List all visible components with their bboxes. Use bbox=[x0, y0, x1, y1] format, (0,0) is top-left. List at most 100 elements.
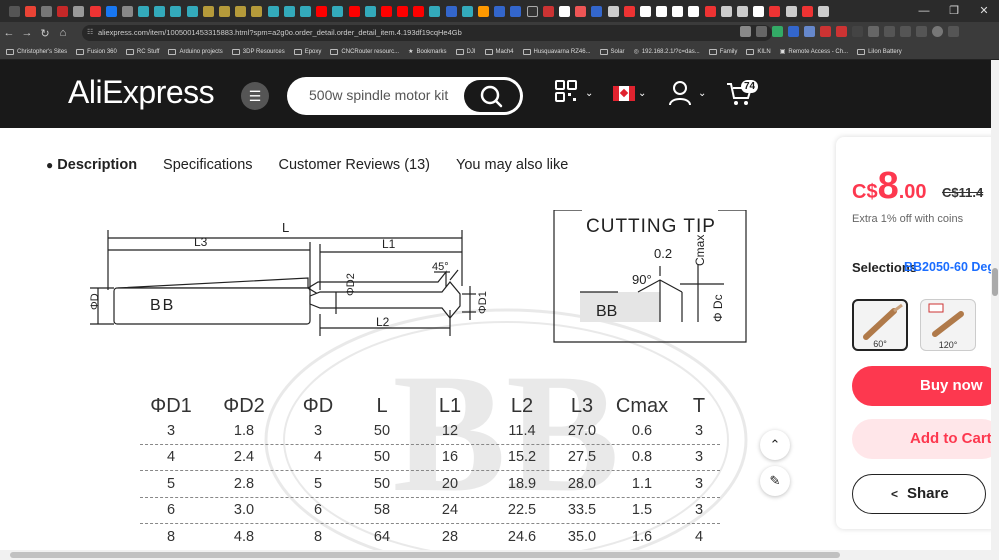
tab-icon[interactable] bbox=[656, 5, 668, 17]
tab-icon[interactable] bbox=[299, 5, 311, 17]
bookmark-folder[interactable]: Solar bbox=[599, 48, 625, 55]
tab-icon[interactable] bbox=[769, 5, 781, 17]
tab-icon[interactable] bbox=[40, 5, 52, 17]
youtube-tab-icon[interactable] bbox=[397, 5, 409, 17]
categories-menu-button[interactable]: ☰ bbox=[241, 82, 269, 110]
tab-icon[interactable] bbox=[494, 5, 506, 17]
bookmark-item[interactable]: ▣ Remote Access - Ch... bbox=[780, 48, 848, 56]
extensions-puzzle-icon[interactable] bbox=[868, 26, 879, 37]
tab-icon[interactable] bbox=[558, 5, 570, 17]
bookmark-folder[interactable]: Husquavarna RZ46... bbox=[522, 48, 591, 55]
tab-icon[interactable] bbox=[8, 5, 20, 17]
vertical-scrollbar[interactable] bbox=[991, 60, 999, 550]
variant-thumb-120[interactable]: 120° bbox=[920, 299, 976, 351]
tab-icon[interactable] bbox=[364, 5, 376, 17]
bookmark-folder[interactable]: CNCRouter resourc... bbox=[330, 48, 399, 55]
profile-avatar-icon[interactable] bbox=[932, 26, 943, 37]
chevron-down-icon[interactable]: ⌄ bbox=[585, 88, 593, 99]
tab-icon[interactable] bbox=[688, 5, 700, 17]
user-account-icon[interactable] bbox=[668, 80, 692, 106]
bookmark-folder[interactable]: Mach4 bbox=[484, 48, 514, 55]
search-button[interactable] bbox=[464, 80, 520, 112]
bookmark-star-icon[interactable] bbox=[756, 26, 767, 37]
tab-icon[interactable] bbox=[73, 5, 85, 17]
tab-customer-reviews[interactable]: Customer Reviews (13) bbox=[279, 157, 431, 173]
facebook-tab-icon[interactable] bbox=[105, 5, 117, 17]
forward-icon[interactable]: → bbox=[18, 27, 36, 39]
google-tab-icon[interactable] bbox=[785, 5, 797, 17]
scrollbar-thumb[interactable] bbox=[992, 268, 998, 296]
tab-icon[interactable] bbox=[753, 5, 765, 17]
close-icon[interactable]: ✕ bbox=[969, 0, 999, 22]
bookmark-item[interactable]: ◎ 192.168.2.1/?c=das... bbox=[634, 48, 700, 56]
variant-thumb-60[interactable]: 60° bbox=[852, 299, 908, 351]
tab-icon[interactable] bbox=[704, 5, 716, 17]
horizontal-scrollbar[interactable] bbox=[0, 550, 999, 560]
google-tab-icon[interactable] bbox=[607, 5, 619, 17]
zoom-icon[interactable] bbox=[740, 26, 751, 37]
tab-icon[interactable] bbox=[154, 5, 166, 17]
google-tab-icon[interactable] bbox=[737, 5, 749, 17]
tab-you-may-also-like[interactable]: You may also like bbox=[456, 157, 568, 173]
tab-icon[interactable] bbox=[186, 5, 198, 17]
bookmark-item[interactable]: ★ Bookmarks bbox=[408, 48, 446, 56]
extension-icon[interactable] bbox=[788, 26, 799, 37]
home-icon[interactable]: ⌂ bbox=[54, 27, 72, 39]
tab-icon[interactable] bbox=[235, 5, 247, 17]
back-icon[interactable]: ← bbox=[0, 27, 18, 39]
tab-icon[interactable] bbox=[542, 5, 554, 17]
bookmark-folder[interactable]: Epoxy bbox=[293, 48, 321, 55]
reading-list-icon[interactable] bbox=[884, 26, 895, 37]
chevron-down-icon[interactable]: ⌄ bbox=[698, 88, 706, 99]
tab-icon[interactable] bbox=[429, 5, 441, 17]
youtube-tab-icon[interactable] bbox=[380, 5, 392, 17]
scrollbar-thumb[interactable] bbox=[10, 552, 840, 558]
tab-icon[interactable] bbox=[801, 5, 813, 17]
tab-icon[interactable] bbox=[445, 5, 457, 17]
extension-icon[interactable] bbox=[820, 26, 831, 37]
tab-icon[interactable] bbox=[57, 5, 69, 17]
site-info-icon[interactable]: ☷ bbox=[87, 25, 93, 41]
tab-icon[interactable] bbox=[591, 5, 603, 17]
tab-icon[interactable] bbox=[121, 5, 133, 17]
extension-icon[interactable] bbox=[772, 26, 783, 37]
maximize-icon[interactable]: ❐ bbox=[939, 0, 969, 22]
tab-icon[interactable] bbox=[283, 5, 295, 17]
chevron-down-icon[interactable]: ⌄ bbox=[638, 88, 646, 99]
bookmark-folder[interactable]: RC Stuff bbox=[125, 48, 159, 55]
add-to-cart-button[interactable]: Add to Cart bbox=[852, 419, 999, 459]
search-input[interactable] bbox=[309, 87, 479, 103]
scroll-to-top-button[interactable]: ⌃ bbox=[760, 430, 790, 460]
google-tab-icon[interactable] bbox=[817, 5, 829, 17]
bookmark-folder[interactable]: KILN bbox=[746, 48, 771, 55]
reload-icon[interactable]: ↻ bbox=[36, 27, 54, 40]
bookmark-folder[interactable]: DJI bbox=[455, 48, 476, 55]
tab-icon[interactable] bbox=[267, 5, 279, 17]
tab-icon[interactable] bbox=[89, 5, 101, 17]
tab-icon[interactable] bbox=[639, 5, 651, 17]
url-field[interactable]: ☷ aliexpress.com/item/1005001453315883.h… bbox=[82, 25, 772, 41]
qr-code-icon[interactable] bbox=[555, 80, 577, 102]
tab-icon[interactable] bbox=[219, 5, 231, 17]
aliexpress-logo[interactable]: AliExpress bbox=[68, 74, 215, 111]
youtube-tab-icon[interactable] bbox=[316, 5, 328, 17]
tab-icon[interactable] bbox=[672, 5, 684, 17]
bookmark-folder[interactable]: Fusion 360 bbox=[76, 48, 117, 55]
extension-icon[interactable] bbox=[804, 26, 815, 37]
menu-kebab-icon[interactable] bbox=[948, 26, 959, 37]
tab-description[interactable]: ● Description bbox=[46, 157, 137, 173]
tab-icon[interactable] bbox=[461, 5, 473, 17]
tab-icon[interactable] bbox=[623, 5, 635, 17]
share-button[interactable]: < Share bbox=[852, 474, 986, 514]
download-icon[interactable] bbox=[916, 26, 927, 37]
bookmark-folder[interactable]: 3DP Resources bbox=[231, 48, 285, 55]
youtube-tab-icon[interactable] bbox=[348, 5, 360, 17]
bookmark-folder[interactable]: Arduino projects bbox=[168, 48, 223, 55]
google-tab-icon[interactable] bbox=[720, 5, 732, 17]
feedback-button[interactable]: ✎ bbox=[760, 466, 790, 496]
tab-icon[interactable] bbox=[202, 5, 214, 17]
gmail-tab-icon[interactable] bbox=[24, 5, 36, 17]
tab-icon[interactable] bbox=[526, 5, 538, 17]
youtube-tab-icon[interactable] bbox=[413, 5, 425, 17]
bookmark-folder[interactable]: LiIon Battery bbox=[857, 48, 902, 55]
